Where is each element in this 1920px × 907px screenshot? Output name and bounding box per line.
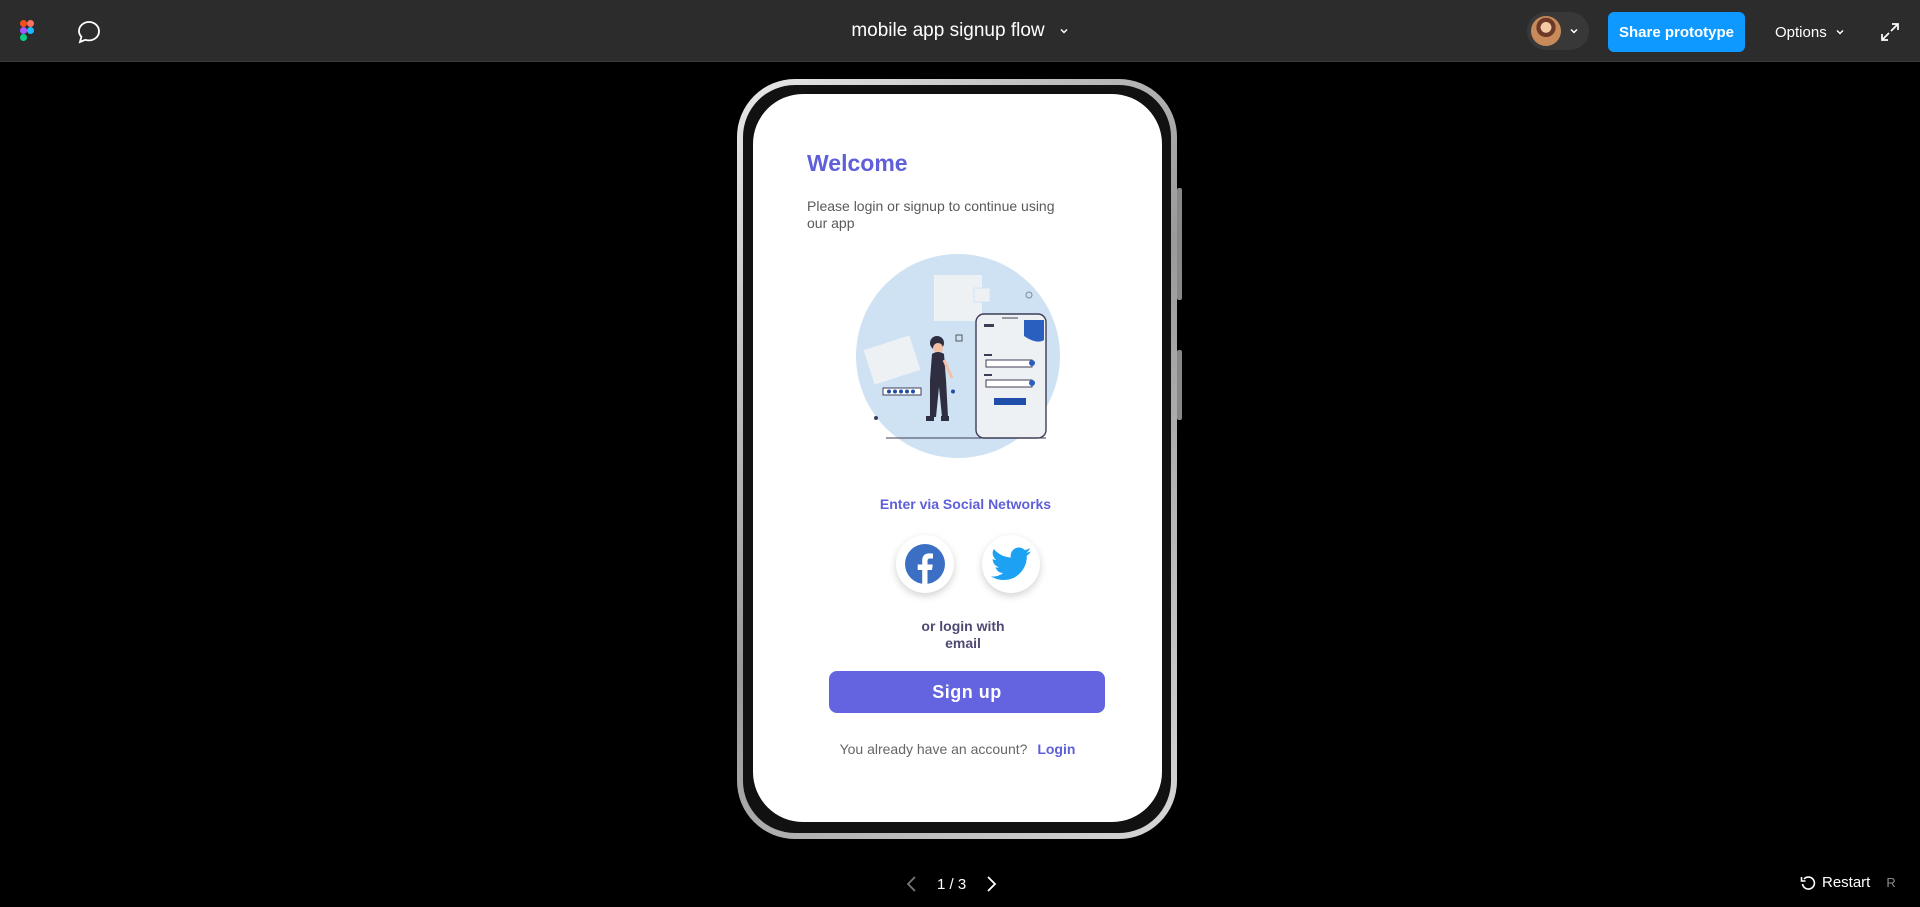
- facebook-icon: [905, 544, 945, 584]
- page-indicator: 1 / 3: [937, 875, 967, 893]
- file-title: mobile app signup flow: [851, 20, 1045, 41]
- restart-shortcut: R: [1886, 875, 1896, 890]
- avatar: [1531, 16, 1561, 46]
- chevron-down-icon: [1570, 28, 1578, 34]
- device-side-button: [1177, 188, 1182, 300]
- share-prototype-button[interactable]: Share prototype: [1608, 12, 1745, 52]
- signup-illustration: [856, 254, 1060, 458]
- account-prompt: You already have an account?: [839, 741, 1028, 757]
- twitter-login-button[interactable]: [982, 535, 1040, 593]
- social-networks-heading: Enter via Social Networks: [879, 496, 1052, 512]
- comment-icon[interactable]: [76, 19, 102, 45]
- frame-pager: 1 / 3: [905, 872, 998, 896]
- chevron-down-icon: [1836, 29, 1844, 35]
- restart-icon: [1800, 875, 1816, 890]
- twitter-icon: [991, 547, 1031, 580]
- chevron-down-icon: [1060, 28, 1068, 34]
- welcome-heading: Welcome: [807, 150, 908, 176]
- options-label: Options: [1775, 23, 1827, 41]
- chevron-left-icon[interactable]: [905, 875, 919, 893]
- user-menu-button[interactable]: [1527, 12, 1589, 50]
- alt-login-text: or login with email: [921, 618, 1005, 651]
- file-title-menu[interactable]: mobile app signup flow: [851, 20, 1068, 42]
- account-row: You already have an account? Login: [753, 741, 1162, 757]
- facebook-login-button[interactable]: [896, 535, 954, 593]
- chevron-right-icon[interactable]: [984, 875, 998, 893]
- figma-logo-icon[interactable]: [20, 20, 34, 42]
- restart-label: Restart: [1822, 874, 1871, 891]
- toolbar: mobile app signup flow Share prototype O…: [0, 0, 1920, 62]
- signup-button[interactable]: Sign up: [829, 671, 1105, 713]
- restart-button[interactable]: Restart R: [1800, 874, 1896, 891]
- prototype-screen: Welcome Please login or signup to contin…: [753, 94, 1162, 822]
- options-menu-button[interactable]: Options: [1775, 12, 1845, 52]
- device-side-button: [1177, 350, 1182, 420]
- login-link[interactable]: Login: [1037, 741, 1075, 757]
- welcome-subtitle: Please login or signup to continue using…: [807, 198, 1055, 231]
- fullscreen-icon[interactable]: [1880, 22, 1900, 42]
